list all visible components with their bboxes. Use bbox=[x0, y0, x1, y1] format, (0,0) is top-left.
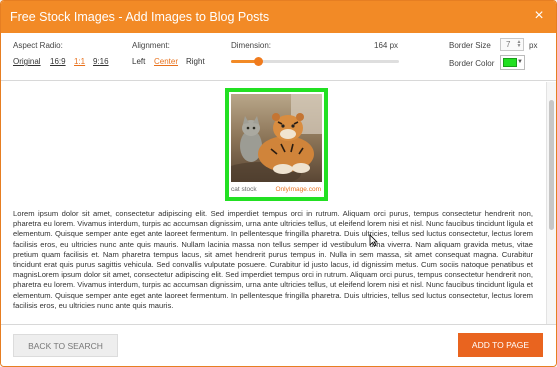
border-color-label: Border Color bbox=[449, 59, 495, 68]
preview-scrollbar[interactable] bbox=[546, 82, 556, 324]
border-size-unit: px bbox=[529, 41, 538, 50]
border-size-spinner-icon[interactable]: ▲ ▼ bbox=[516, 40, 522, 49]
body-text: Lorem ipsum dolor sit amet, consectetur … bbox=[13, 209, 533, 310]
add-to-page-button[interactable]: ADD TO PAGE bbox=[458, 333, 543, 357]
image-caption-credit-link[interactable]: OnlyImage.com bbox=[275, 186, 321, 193]
dialog-titlebar: Free Stock Images - Add Images to Blog P… bbox=[1, 1, 556, 33]
border-size-label: Border Size bbox=[449, 41, 491, 50]
dialog-title: Free Stock Images - Add Images to Blog P… bbox=[10, 10, 270, 24]
aspect-option-16-9[interactable]: 16:9 bbox=[50, 57, 66, 66]
image-options-toolbar: Aspect Radio: Original 16:9 1:1 9:16 Ali… bbox=[1, 33, 556, 81]
back-to-search-button[interactable]: BACK TO SEARCH bbox=[13, 334, 118, 357]
align-option-right[interactable]: Right bbox=[186, 57, 205, 66]
alignment-label: Alignment: bbox=[132, 41, 170, 50]
dimension-slider[interactable] bbox=[231, 57, 399, 66]
chevron-down-icon[interactable]: ▼ bbox=[517, 59, 523, 65]
cat-and-tiger-photo bbox=[231, 94, 322, 182]
dimension-slider-handle[interactable] bbox=[253, 57, 263, 66]
align-option-center[interactable]: Center bbox=[154, 57, 178, 66]
dialog-footer: BACK TO SEARCH ADD TO PAGE bbox=[1, 324, 556, 366]
close-button[interactable]: × bbox=[530, 7, 548, 25]
aspect-option-1-1[interactable]: 1:1 bbox=[74, 57, 85, 66]
image-caption-source: cat stock bbox=[231, 186, 257, 193]
border-size-value: 7 bbox=[506, 40, 511, 49]
aspect-ratio-label: Aspect Radio: bbox=[13, 41, 63, 50]
dimension-value: 164 px bbox=[374, 41, 399, 50]
aspect-option-9-16[interactable]: 9:16 bbox=[93, 57, 109, 66]
border-size-input[interactable]: 7 ▲ ▼ bbox=[500, 38, 524, 51]
mouse-pointer-icon bbox=[369, 234, 378, 247]
insert-image-dialog: Free Stock Images - Add Images to Blog P… bbox=[0, 0, 557, 367]
preview-area: cat stock OnlyImage.com Lorem ipsum dolo… bbox=[1, 82, 545, 324]
aspect-option-original[interactable]: Original bbox=[13, 57, 41, 66]
dimension-label: Dimension: bbox=[231, 41, 272, 50]
scrollbar-thumb[interactable] bbox=[549, 100, 554, 230]
align-option-left[interactable]: Left bbox=[132, 57, 145, 66]
border-color-swatch bbox=[503, 58, 517, 67]
image-preview-frame[interactable]: cat stock OnlyImage.com bbox=[225, 88, 328, 201]
